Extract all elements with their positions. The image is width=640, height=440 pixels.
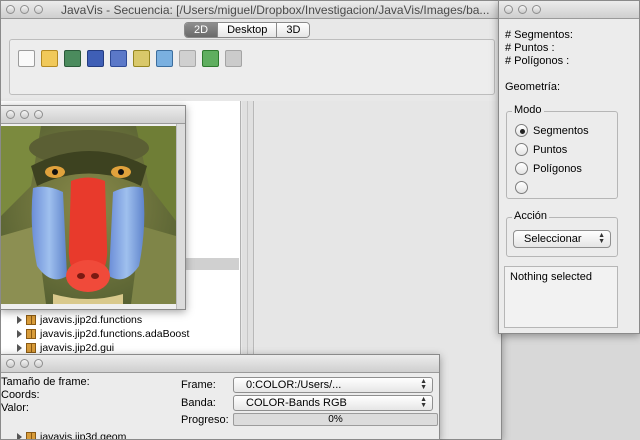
chart-icon[interactable] xyxy=(156,50,173,67)
accion-group: Acción Seleccionar ▲ ▼ xyxy=(506,210,618,257)
expand-triangle-icon[interactable] xyxy=(17,316,22,324)
radio-button[interactable] xyxy=(515,124,528,137)
radio-segmentos[interactable]: Segmentos xyxy=(515,124,589,137)
progress-text: 0% xyxy=(328,414,343,425)
window-controls xyxy=(504,5,541,14)
minimize-button[interactable] xyxy=(20,110,29,119)
mandrill-image[interactable] xyxy=(1,126,176,304)
image-titlebar[interactable] xyxy=(1,106,185,124)
expand-triangle-icon[interactable] xyxy=(17,330,22,338)
status-text: Nothing selected xyxy=(510,271,592,283)
valor-label: Valor: xyxy=(1,402,29,414)
poligonos-count: # Polígonos : xyxy=(505,55,570,67)
window-controls xyxy=(6,359,43,368)
open-folder-icon[interactable] xyxy=(41,50,58,67)
frame-label: Frame: xyxy=(181,379,216,391)
package-icon xyxy=(26,343,36,353)
updown-arrows-icon: ▲ ▼ xyxy=(420,396,427,409)
zoom-button[interactable] xyxy=(532,5,541,14)
radio-label: Segmentos xyxy=(533,124,589,137)
image-scrollbar[interactable] xyxy=(176,124,185,309)
frame-select[interactable]: 0:COLOR:/Users/... ▲ ▼ xyxy=(233,377,433,393)
accion-select[interactable]: Seleccionar ▲ ▼ xyxy=(513,230,611,248)
expand-triangle-icon[interactable] xyxy=(17,344,22,352)
disabled-tool-icon xyxy=(179,50,196,67)
banda-value: COLOR-Bands RGB xyxy=(246,397,347,409)
window-controls xyxy=(6,5,43,14)
cube-icon[interactable] xyxy=(202,50,219,67)
zoom-button[interactable] xyxy=(34,5,43,14)
radio-label: Puntos xyxy=(533,143,568,156)
frame-value: 0:COLOR:/Users/... xyxy=(246,379,342,391)
tree-item-label: javavis.jip2d.functions.adaBoost xyxy=(40,328,190,340)
expand-triangle-icon[interactable] xyxy=(17,433,22,439)
geometry-window: # Segmentos: # Puntos : # Polígonos : Ge… xyxy=(498,0,640,334)
close-button[interactable] xyxy=(6,5,15,14)
tree-item-label: javavis.jip2d.functions xyxy=(40,314,143,326)
puntos-count: # Puntos : xyxy=(505,42,555,54)
updown-arrows-icon: ▲ ▼ xyxy=(598,232,605,245)
close-button[interactable] xyxy=(504,5,513,14)
progreso-label: Progreso: xyxy=(181,414,229,426)
tab-2d[interactable]: 2D xyxy=(185,23,219,37)
radio-poligonos[interactable]: Polígonos xyxy=(515,162,582,175)
tree-item[interactable]: javavis.jip2d.functions.adaBoost xyxy=(17,328,189,340)
close-button[interactable] xyxy=(6,359,15,368)
radio-button[interactable] xyxy=(515,181,528,194)
package-icon xyxy=(26,315,36,325)
tab-3d[interactable]: 3D xyxy=(277,23,310,37)
tree-item-label: javavis.jip2d.gui xyxy=(40,342,115,354)
tree-item[interactable]: javavis.jip2d.functions xyxy=(17,314,142,326)
segmentos-count: # Segmentos: xyxy=(505,29,573,41)
banda-select[interactable]: COLOR-Bands RGB ▲ ▼ xyxy=(233,395,433,411)
package-icon xyxy=(26,329,36,339)
coords-label: Coords: xyxy=(1,389,40,401)
mandrill-picture xyxy=(1,126,176,304)
toolbar xyxy=(9,39,495,95)
tree-item-label: javavis.jip3d.geom xyxy=(40,431,127,440)
save-icon[interactable] xyxy=(87,50,104,67)
radio-unlabeled[interactable] xyxy=(515,181,533,194)
disabled-pen-icon xyxy=(225,50,242,67)
globe-icon[interactable] xyxy=(64,50,81,67)
progress-bar: 0% xyxy=(233,413,438,426)
zoom-button[interactable] xyxy=(34,110,43,119)
minimize-button[interactable] xyxy=(20,359,29,368)
main-titlebar[interactable]: JavaVis - Secuencia: [/Users/miguel/Drop… xyxy=(1,1,501,19)
minimize-button[interactable] xyxy=(518,5,527,14)
tree-selection xyxy=(181,258,239,270)
modo-title: Modo xyxy=(512,104,544,116)
package-icon xyxy=(26,432,36,439)
close-button[interactable] xyxy=(6,110,15,119)
tree-item[interactable]: javavis.jip3d.geom xyxy=(17,431,127,440)
radio-button[interactable] xyxy=(515,162,528,175)
view-tabs: 2D Desktop 3D xyxy=(184,22,311,38)
frame-size-label: Tamaño de frame: xyxy=(1,376,90,388)
tab-desktop[interactable]: Desktop xyxy=(218,23,278,37)
updown-arrows-icon: ▲ ▼ xyxy=(420,378,427,391)
minimize-button[interactable] xyxy=(20,5,29,14)
tree-item[interactable]: javavis.jip2d.gui xyxy=(17,342,114,354)
geometria-label: Geometría: xyxy=(505,81,561,93)
frame-titlebar[interactable] xyxy=(1,355,439,373)
radio-label: Polígonos xyxy=(533,162,582,175)
radio-button[interactable] xyxy=(515,143,528,156)
window-controls xyxy=(6,110,43,119)
new-document-icon[interactable] xyxy=(18,50,35,67)
banda-label: Banda: xyxy=(181,397,216,409)
geometry-titlebar[interactable] xyxy=(499,1,639,19)
save-as-icon[interactable] xyxy=(110,50,127,67)
selection-status: Nothing selected xyxy=(504,266,618,328)
image-icon[interactable] xyxy=(133,50,150,67)
accion-title: Acción xyxy=(512,210,550,222)
zoom-button[interactable] xyxy=(34,359,43,368)
frame-info-window: Tamaño de frame: Coords: Valor: Frame: 0… xyxy=(0,354,440,440)
accion-value: Seleccionar xyxy=(524,233,582,245)
image-window xyxy=(0,105,186,310)
window-title: JavaVis - Secuencia: [/Users/miguel/Drop… xyxy=(61,3,490,17)
radio-puntos[interactable]: Puntos xyxy=(515,143,567,156)
modo-group: Modo Segmentos Puntos Polígonos xyxy=(506,104,618,199)
